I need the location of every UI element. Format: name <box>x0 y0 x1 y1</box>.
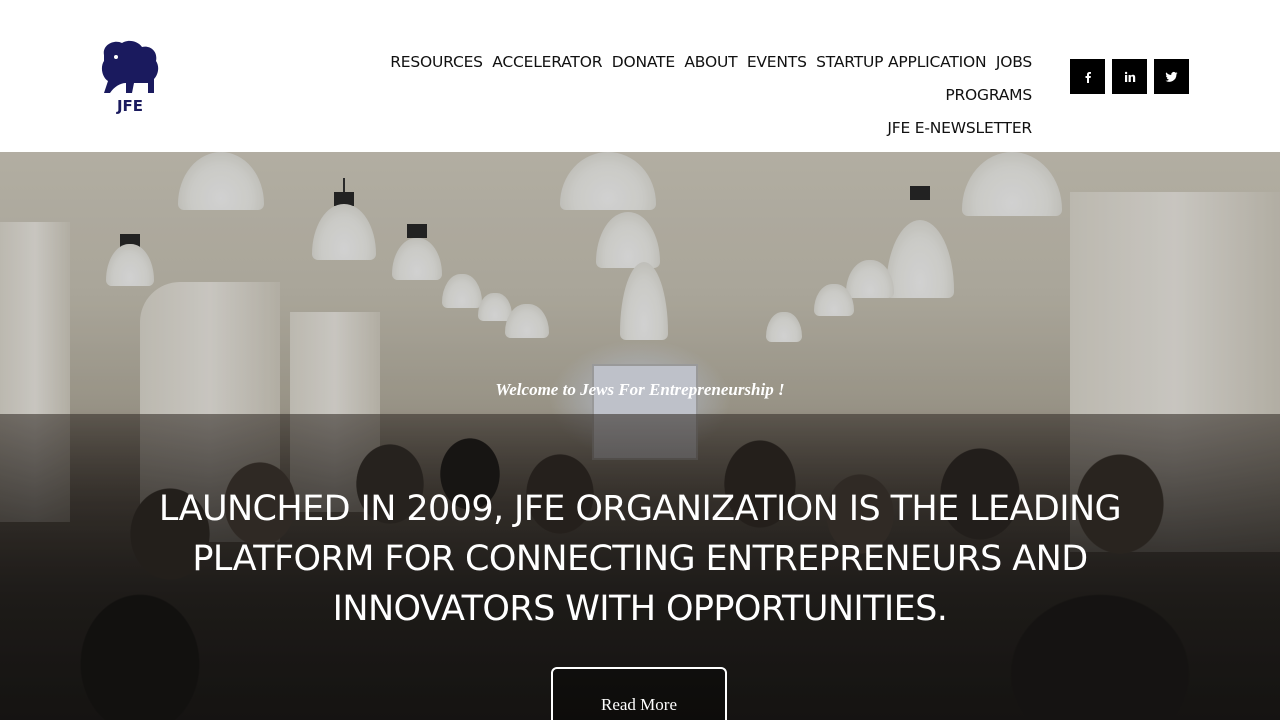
hero-section: Welcome to Jews For Entrepreneurship ! L… <box>0 152 1280 720</box>
social-links <box>1070 59 1189 94</box>
nav-item-newsletter[interactable]: JFE e-Newsletter <box>887 112 1032 144</box>
nav-item-startup-application[interactable]: Startup Application <box>816 46 986 78</box>
logo-text: JFE <box>116 97 143 115</box>
hero-overlay <box>0 152 1280 720</box>
nav-item-events[interactable]: Events <box>747 46 807 78</box>
read-more-button[interactable]: Read More <box>551 667 727 720</box>
hero-headline: Launched in 2009, JFE Organization is th… <box>158 489 1122 629</box>
facebook-icon <box>1085 71 1091 83</box>
nav-item-resources[interactable]: Resources <box>390 46 483 78</box>
twitter-icon <box>1165 71 1178 82</box>
nav-item-jobs[interactable]: Jobs <box>996 46 1032 78</box>
twitter-button[interactable] <box>1154 59 1189 94</box>
nav-item-accelerator[interactable]: Accelerator <box>492 46 602 78</box>
nav-item-donate[interactable]: Donate <box>612 46 675 78</box>
jfe-logo[interactable]: JFE <box>92 37 168 119</box>
main-nav: Resources Accelerator Donate About Event… <box>300 46 1032 145</box>
linkedin-icon <box>1124 71 1135 82</box>
site-header: JFE Resources Accelerator Donate About E… <box>0 0 1280 152</box>
hero-welcome-text: Welcome to Jews For Entrepreneurship ! <box>495 380 785 399</box>
linkedin-button[interactable] <box>1112 59 1147 94</box>
nav-item-about[interactable]: About <box>684 46 737 78</box>
lion-logo-icon: JFE <box>101 40 159 115</box>
facebook-button[interactable] <box>1070 59 1105 94</box>
nav-item-programs[interactable]: Programs <box>945 79 1032 111</box>
